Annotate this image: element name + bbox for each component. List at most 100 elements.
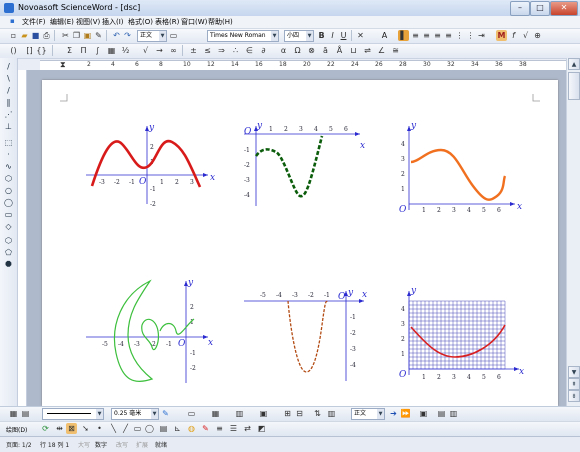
menu-table[interactable]: 表格(R) bbox=[155, 17, 179, 27]
open-icon[interactable]: ▰ bbox=[19, 30, 30, 41]
align-center-icon[interactable]: ≡ bbox=[421, 30, 432, 41]
bracket-icon[interactable]: [] bbox=[24, 45, 35, 56]
graph-5[interactable]: x y O -5 -4 -3 -2 -1 -1 -2 -3 -4 bbox=[242, 285, 382, 385]
maximize-button[interactable]: □ bbox=[530, 1, 550, 16]
dot-icon[interactable]: • bbox=[94, 423, 105, 434]
new-doc-icon[interactable]: ▫ bbox=[8, 30, 19, 41]
bold-button[interactable]: B bbox=[316, 30, 327, 41]
dash-style-icon[interactable]: ☰ bbox=[228, 423, 239, 434]
print-icon[interactable]: ⎙ bbox=[41, 30, 52, 41]
sum-icon[interactable]: Σ bbox=[64, 45, 75, 56]
angle-icon[interactable]: ⊾ bbox=[172, 423, 183, 434]
group-icon[interactable]: ⊠ bbox=[66, 423, 77, 434]
graph-1[interactable]: x y O -3 -2 -1 1 2 3 2 1 -1 -2 bbox=[82, 120, 222, 210]
equation-array-icon[interactable]: ≅ bbox=[390, 45, 401, 56]
limit-icon[interactable]: ∞ bbox=[168, 45, 179, 56]
fill-color-icon[interactable]: ◍ bbox=[186, 423, 197, 434]
ellipse-icon[interactable]: ◯ bbox=[4, 198, 13, 207]
pen-icon[interactable]: / bbox=[4, 62, 13, 71]
chem-icon[interactable]: ⇌ bbox=[362, 45, 373, 56]
font-color-icon[interactable]: A bbox=[379, 30, 390, 41]
wrap-icon[interactable]: ▣ bbox=[258, 408, 269, 419]
pen-color-icon[interactable]: ✎ bbox=[160, 408, 171, 419]
vertical-ruler[interactable] bbox=[18, 70, 27, 406]
diamond-icon[interactable]: ◇ bbox=[4, 222, 13, 231]
justify-icon[interactable]: ≡ bbox=[443, 30, 454, 41]
point-icon[interactable]: · bbox=[4, 150, 13, 159]
align-left-icon[interactable]: ≡ bbox=[410, 30, 421, 41]
math-mode-icon[interactable]: M bbox=[496, 30, 507, 41]
doc-icon[interactable]: ▤ bbox=[436, 408, 447, 419]
fraction-icon[interactable]: ½ bbox=[120, 45, 131, 56]
menu-insert[interactable]: 插入(I) bbox=[102, 17, 124, 27]
select-icon[interactable]: ⬚ bbox=[4, 138, 13, 147]
minimize-button[interactable]: – bbox=[510, 1, 530, 16]
italic-button[interactable]: I bbox=[327, 30, 338, 41]
numbering-icon[interactable]: ⋮ bbox=[454, 30, 465, 41]
view-icon[interactable]: ▣ bbox=[418, 408, 429, 419]
formula-icon[interactable]: f bbox=[508, 30, 519, 41]
axis-icon[interactable]: ⊥ bbox=[4, 122, 13, 131]
misc-icon[interactable]: ∂ bbox=[258, 45, 269, 56]
relation-icon[interactable]: ≤ bbox=[202, 45, 213, 56]
vector-icon[interactable]: → bbox=[154, 45, 165, 56]
bottom-style-combo[interactable]: 正文 ▼ bbox=[351, 408, 385, 420]
draw-menu-button[interactable]: 绘图(D) bbox=[6, 425, 27, 434]
forward-icon[interactable]: ➔ bbox=[388, 408, 399, 419]
ellipse-tool-icon[interactable]: ◯ bbox=[144, 423, 155, 434]
graph-2[interactable]: x y O 1 2 3 4 5 6 -1 -2 -3 -4 bbox=[242, 120, 382, 210]
format-painter-icon[interactable]: ✎ bbox=[93, 30, 104, 41]
line-width-combo[interactable]: 0.25 毫米 ▼ bbox=[111, 408, 159, 420]
logic-icon[interactable]: ∴ bbox=[230, 45, 241, 56]
superscript-icon[interactable]: ✕ bbox=[355, 30, 366, 41]
double-line-icon[interactable]: ∥ bbox=[4, 98, 13, 107]
indent-icon[interactable]: ⇥ bbox=[476, 30, 487, 41]
curve-icon[interactable]: ∿ bbox=[4, 162, 13, 171]
document-page[interactable]: x y O -3 -2 -1 1 2 3 2 1 -1 -2 x y O 1 2… bbox=[42, 80, 558, 406]
columns-icon[interactable]: ▥ bbox=[326, 408, 337, 419]
layout-icon[interactable]: ▥ bbox=[234, 408, 245, 419]
line-color-icon[interactable]: ✎ bbox=[200, 423, 211, 434]
zoom-icon[interactable]: ⊕ bbox=[532, 30, 543, 41]
thick-line-icon[interactable]: / bbox=[4, 86, 13, 95]
paste-icon[interactable]: ▣ bbox=[82, 30, 93, 41]
dash-line-icon[interactable]: ⋰ bbox=[4, 110, 13, 119]
highlight-icon[interactable]: ▌ bbox=[398, 30, 409, 41]
align-objects-icon[interactable]: ⇹ bbox=[54, 423, 65, 434]
hexagon-icon[interactable]: ⬡ bbox=[4, 236, 13, 245]
brace-icon[interactable]: {} bbox=[36, 45, 47, 56]
plusminus-icon[interactable]: ± bbox=[188, 45, 199, 56]
line-tool-icon[interactable]: ╲ bbox=[108, 423, 119, 434]
arrow-icon[interactable]: ⇒ bbox=[216, 45, 227, 56]
merge-icon[interactable]: ⊞ bbox=[282, 408, 293, 419]
underline-button[interactable]: U bbox=[338, 30, 349, 41]
close-button[interactable]: ✕ bbox=[550, 1, 578, 16]
greek-upper-icon[interactable]: Ω bbox=[292, 45, 303, 56]
frame-icon[interactable]: ▭ bbox=[168, 30, 179, 41]
split-icon[interactable]: ⊟ bbox=[294, 408, 305, 419]
align-right-icon[interactable]: ≡ bbox=[432, 30, 443, 41]
fast-forward-icon[interactable]: ⏩ bbox=[400, 408, 411, 419]
bullets-icon[interactable]: ⋮ bbox=[465, 30, 476, 41]
sort-icon[interactable]: ⇅ bbox=[312, 408, 323, 419]
label-icon[interactable]: Å bbox=[334, 45, 345, 56]
vertical-scrollbar[interactable]: ▲ ▼ ⇞ ⇟ bbox=[566, 58, 580, 406]
doc-menu-icon[interactable]: ▪ bbox=[10, 17, 15, 25]
hatch-icon[interactable]: ▤ bbox=[20, 408, 31, 419]
menu-view[interactable]: 视图(V) bbox=[76, 17, 100, 27]
prev-page-icon[interactable]: ⇞ bbox=[568, 378, 580, 390]
menu-window[interactable]: 窗口(W) bbox=[181, 17, 207, 27]
menu-format[interactable]: 格式(O) bbox=[128, 17, 153, 27]
space-icon[interactable]: ⊔ bbox=[348, 45, 359, 56]
octagon-icon[interactable]: ⯃ bbox=[4, 260, 13, 269]
copy-icon[interactable]: ❐ bbox=[71, 30, 82, 41]
line-icon[interactable]: \ bbox=[4, 74, 13, 83]
cut-icon[interactable]: ✂ bbox=[60, 30, 71, 41]
greek-lower-icon[interactable]: α bbox=[278, 45, 289, 56]
table-icon[interactable]: ▦ bbox=[210, 408, 221, 419]
grid-icon[interactable]: ▦ bbox=[8, 408, 19, 419]
box-icon[interactable]: ▭ bbox=[186, 408, 197, 419]
arrow-style-icon[interactable]: ⇄ bbox=[242, 423, 253, 434]
scroll-down-icon[interactable]: ▼ bbox=[568, 366, 580, 378]
rotate-icon[interactable]: ⟳ bbox=[40, 423, 51, 434]
